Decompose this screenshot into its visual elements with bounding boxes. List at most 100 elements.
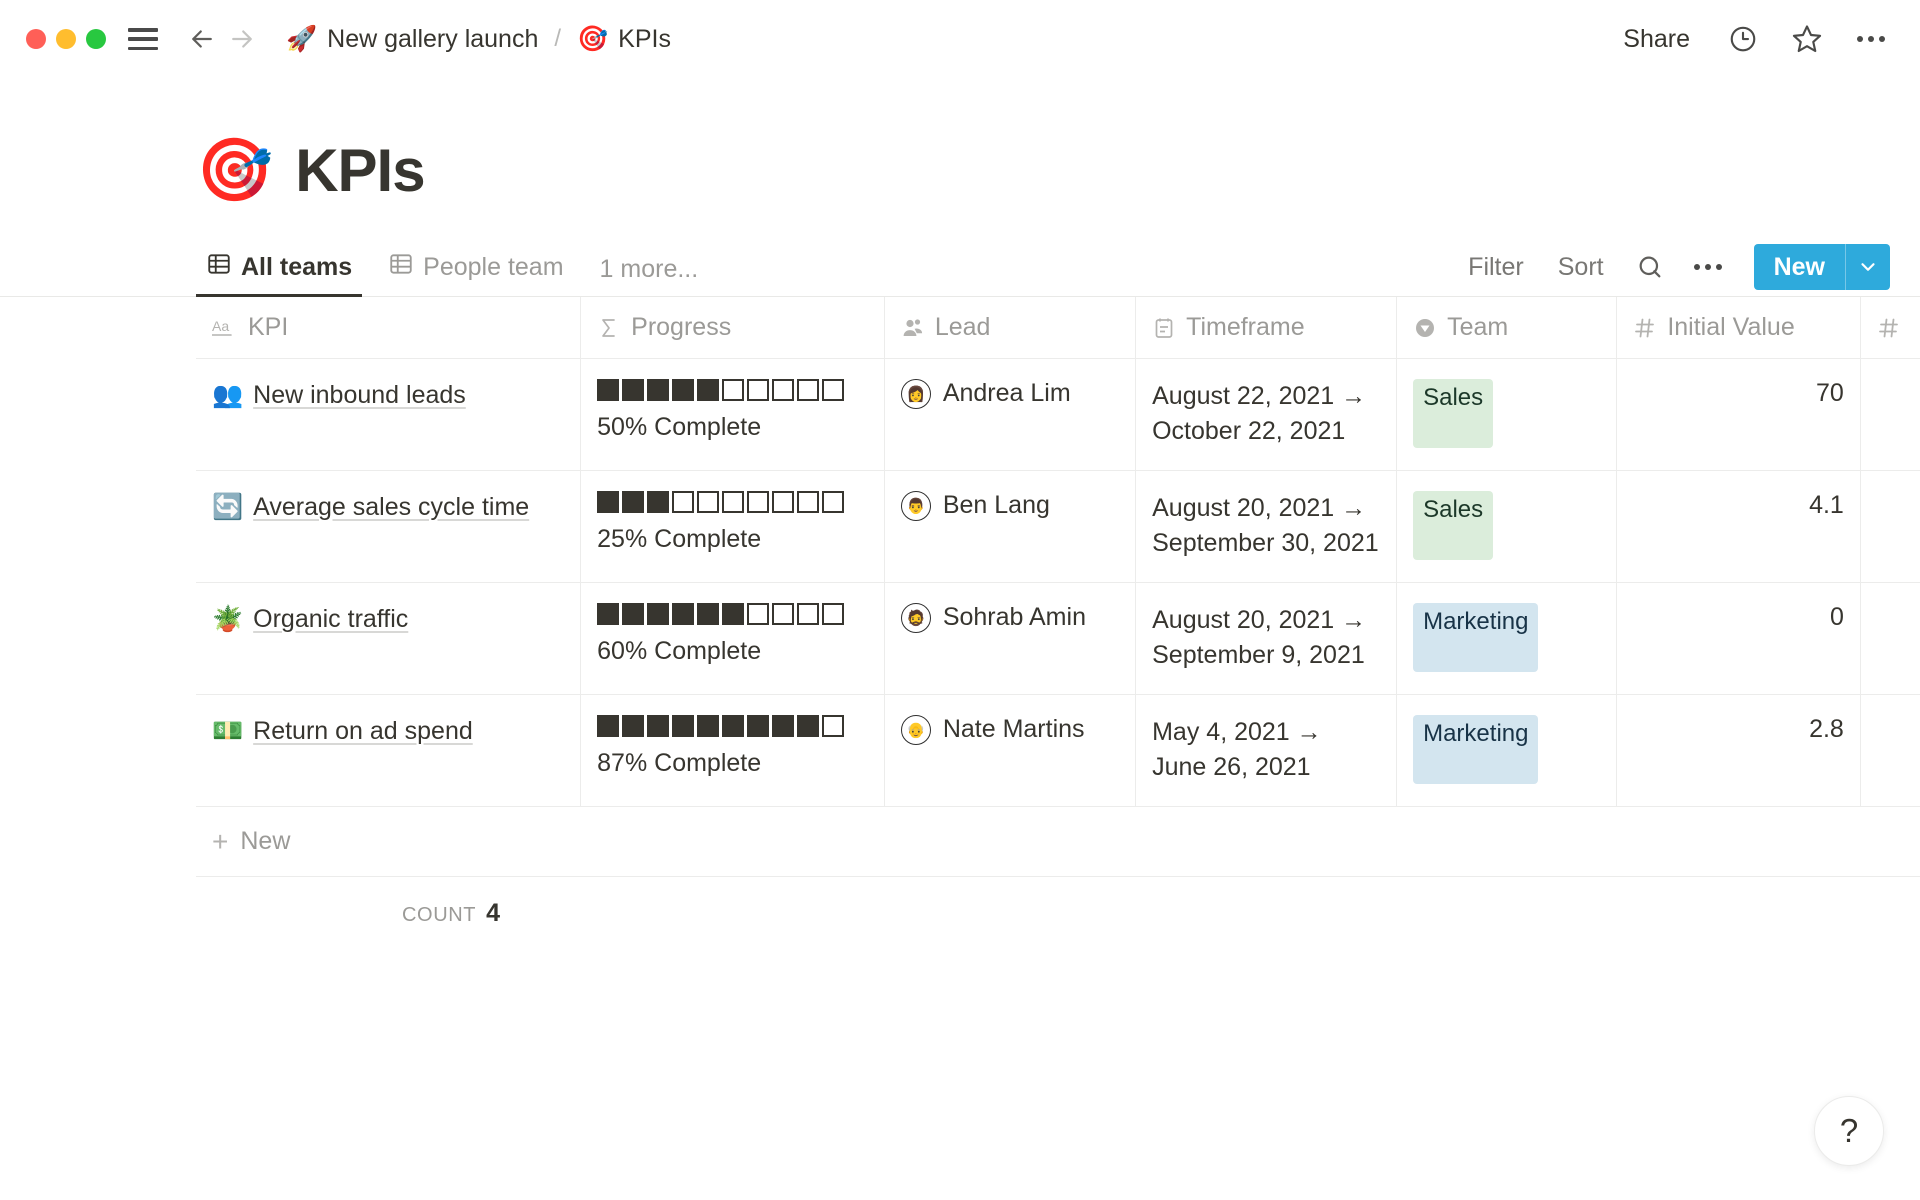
progress-segment (697, 603, 719, 625)
page-title[interactable]: KPIs (295, 136, 424, 205)
cell-timeframe[interactable]: August 20, 2021 → September 30, 2021 (1136, 471, 1397, 582)
cell-next-truncated[interactable] (1861, 471, 1920, 582)
more-horizontal-icon[interactable] (1850, 18, 1892, 60)
table-row[interactable]: 🪴 Organic traffic 60% Complete🧔Sohrab Amin… (196, 583, 1920, 695)
cell-team[interactable]: Marketing (1397, 583, 1617, 694)
star-icon[interactable] (1786, 18, 1828, 60)
row-title-link[interactable]: Average sales cycle time (253, 491, 529, 525)
cell-progress[interactable]: 25% Complete (581, 471, 885, 582)
progress-segment (822, 379, 844, 401)
zoom-window-button[interactable] (86, 29, 106, 49)
row-emoji-icon: 🪴 (212, 603, 243, 636)
timeframe-value: August 20, 2021 → September 30, 2021 (1152, 491, 1380, 560)
clock-icon[interactable] (1722, 18, 1764, 60)
cell-lead[interactable]: 👴Nate Martins (885, 695, 1136, 806)
more-horizontal-icon[interactable] (1688, 247, 1728, 287)
cell-next-truncated[interactable] (1861, 583, 1920, 694)
status-badge: Sales (1413, 491, 1493, 560)
cell-kpi[interactable]: 🪴 Organic traffic (196, 583, 581, 694)
arrow-right-icon[interactable] (222, 19, 262, 59)
progress-segment (622, 379, 644, 401)
lead-name: Sohrab Amin (943, 603, 1086, 632)
help-button[interactable]: ? (1814, 1096, 1884, 1166)
cell-timeframe[interactable]: May 4, 2021 → June 26, 2021 (1136, 695, 1397, 806)
svg-text:Aa: Aa (212, 318, 229, 334)
column-header-initial-value[interactable]: Initial Value (1617, 297, 1861, 358)
column-header-timeframe[interactable]: Timeframe (1136, 297, 1397, 358)
hamburger-icon[interactable] (128, 28, 158, 50)
progress-segment (697, 715, 719, 737)
cell-next-truncated[interactable] (1861, 359, 1920, 470)
cell-kpi[interactable]: 💵Return on ad spend (196, 695, 581, 806)
cell-lead[interactable]: 🧔Sohrab Amin (885, 583, 1136, 694)
cell-team[interactable]: Sales (1397, 359, 1617, 470)
timeframe-value: May 4, 2021 → June 26, 2021 (1152, 715, 1380, 784)
column-header-team[interactable]: Team (1397, 297, 1617, 358)
cell-next-truncated[interactable] (1861, 695, 1920, 806)
tab-more-views[interactable]: 1 more... (590, 255, 709, 296)
row-title-link[interactable]: New inbound leads (253, 379, 466, 413)
row-title-link[interactable]: Return on ad spend (253, 715, 473, 749)
row-title-link[interactable]: Organic traffic (253, 603, 408, 637)
table-body: 👥New inbound leads50% Complete👩Andrea Li… (196, 359, 1920, 807)
new-record-label: New (1754, 244, 1845, 290)
progress-segment (622, 715, 644, 737)
progress-segment (797, 603, 819, 625)
cell-lead[interactable]: 👩Andrea Lim (885, 359, 1136, 470)
dart-target-icon[interactable]: 🎯 (196, 140, 273, 202)
count-summary[interactable]: COUNT 4 (402, 899, 500, 928)
column-header-lead[interactable]: Lead (885, 297, 1136, 358)
add-new-row-button[interactable]: + New (196, 807, 1920, 877)
table-row[interactable]: 🔄 Average sales cycle time 25% Complete👨Be… (196, 471, 1920, 583)
tab-people-team[interactable]: People team (378, 251, 573, 296)
progress-segment (772, 603, 794, 625)
close-window-button[interactable] (26, 29, 46, 49)
breadcrumb-item-current[interactable]: 🎯 KPIs (571, 21, 677, 58)
breadcrumb-parent-label: New gallery launch (327, 25, 538, 54)
filter-button[interactable]: Filter (1460, 249, 1532, 286)
cell-team[interactable]: Marketing (1397, 695, 1617, 806)
traffic-lights (26, 29, 106, 49)
progress-label: 87% Complete (597, 749, 844, 778)
window-titlebar: 🚀 New gallery launch / 🎯 KPIs Share (0, 0, 1920, 78)
minimize-window-button[interactable] (56, 29, 76, 49)
table-footer: COUNT 4 (196, 877, 1920, 928)
column-header-progress[interactable]: Progress (581, 297, 885, 358)
cell-initial-value[interactable]: 4.1 (1617, 471, 1861, 582)
table-row[interactable]: 👥New inbound leads50% Complete👩Andrea Li… (196, 359, 1920, 471)
chevron-down-icon[interactable] (1846, 244, 1890, 290)
cell-initial-value[interactable]: 70 (1617, 359, 1861, 470)
arrow-left-icon[interactable] (182, 19, 222, 59)
cell-team[interactable]: Sales (1397, 471, 1617, 582)
table-icon (206, 251, 232, 284)
share-button[interactable]: Share (1613, 19, 1700, 60)
column-header-next-truncated[interactable] (1861, 297, 1920, 358)
cell-progress[interactable]: 87% Complete (581, 695, 885, 806)
column-header-team-label: Team (1447, 313, 1508, 342)
progress-segment (797, 491, 819, 513)
rocket-icon: 🚀 (286, 27, 317, 52)
cell-initial-value[interactable]: 0 (1617, 583, 1861, 694)
cell-kpi[interactable]: 🔄 Average sales cycle time (196, 471, 581, 582)
sort-button[interactable]: Sort (1550, 249, 1612, 286)
progress-bar (597, 379, 844, 401)
cell-timeframe[interactable]: August 22, 2021 → October 22, 2021 (1136, 359, 1397, 470)
search-icon[interactable] (1630, 247, 1670, 287)
cell-kpi[interactable]: 👥New inbound leads (196, 359, 581, 470)
new-record-button[interactable]: New (1754, 244, 1890, 290)
cell-progress[interactable]: 60% Complete (581, 583, 885, 694)
progress-segment (597, 379, 619, 401)
progress-segment (672, 603, 694, 625)
progress-segment (747, 715, 769, 737)
tab-all-teams[interactable]: All teams (196, 251, 362, 296)
cell-lead[interactable]: 👨Ben Lang (885, 471, 1136, 582)
status-badge: Sales (1413, 379, 1493, 448)
progress-segment (747, 379, 769, 401)
column-header-kpi[interactable]: Aa KPI (196, 297, 581, 358)
breadcrumb-item-parent[interactable]: 🚀 New gallery launch (280, 21, 544, 58)
cell-progress[interactable]: 50% Complete (581, 359, 885, 470)
cell-initial-value[interactable]: 2.8 (1617, 695, 1861, 806)
row-emoji-icon: 🔄 (212, 491, 243, 524)
table-row[interactable]: 💵Return on ad spend 87% Complete 👴Nate Mar… (196, 695, 1920, 807)
cell-timeframe[interactable]: August 20, 2021 → September 9, 2021 (1136, 583, 1397, 694)
